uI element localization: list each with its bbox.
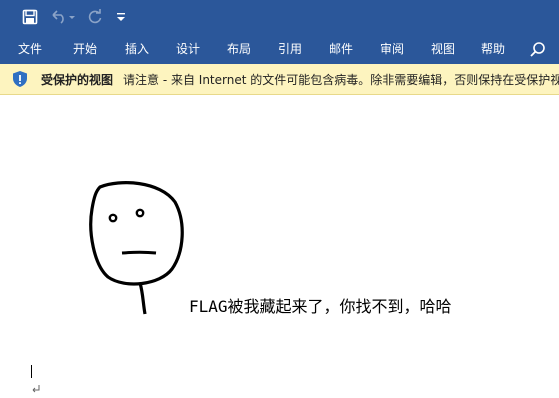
save-button[interactable]: [19, 6, 41, 28]
shield-icon: [13, 71, 27, 87]
tab-mailings[interactable]: 邮件: [329, 34, 353, 64]
search-button[interactable]: [529, 41, 547, 59]
customize-qat-icon: [117, 13, 125, 21]
tab-insert[interactable]: 插入: [125, 34, 149, 64]
undo-icon: [52, 10, 75, 24]
protected-view-bar: 受保护的视图 请注意 - 来自 Internet 的文件可能包含病毒。除非需要编…: [0, 64, 559, 95]
quick-access-toolbar: [0, 0, 559, 34]
tab-layout[interactable]: 布局: [227, 34, 251, 64]
protected-view-title: 受保护的视图: [41, 73, 114, 87]
redo-icon: [88, 9, 102, 24]
customize-qat-button[interactable]: [111, 6, 131, 28]
save-icon: [22, 9, 38, 25]
tab-view[interactable]: 视图: [431, 34, 455, 64]
document-canvas[interactable]: FLAG被我藏起来了，你找不到，哈哈: [0, 95, 559, 398]
protected-view-message: 请注意 - 来自 Internet 的文件可能包含病毒。除非需要编辑，否则保持在…: [123, 73, 559, 87]
redo-button[interactable]: [84, 6, 106, 28]
ribbon-tabs: 文件 开始 插入 设计 布局 引用 邮件 审阅 视图 帮助: [0, 34, 559, 64]
meme-face-drawing: [89, 181, 184, 315]
tab-help[interactable]: 帮助: [481, 34, 505, 64]
tab-file[interactable]: 文件: [18, 34, 42, 64]
tab-home[interactable]: 开始: [73, 34, 97, 64]
tab-design[interactable]: 设计: [176, 34, 200, 64]
search-icon: [530, 42, 545, 57]
tab-references[interactable]: 引用: [278, 34, 302, 64]
tab-review[interactable]: 审阅: [380, 34, 404, 64]
document-text: FLAG被我藏起来了，你找不到，哈哈: [189, 297, 452, 316]
undo-button[interactable]: [48, 6, 78, 28]
paragraph-mark-icon: [32, 385, 40, 393]
text-cursor: [31, 365, 32, 378]
